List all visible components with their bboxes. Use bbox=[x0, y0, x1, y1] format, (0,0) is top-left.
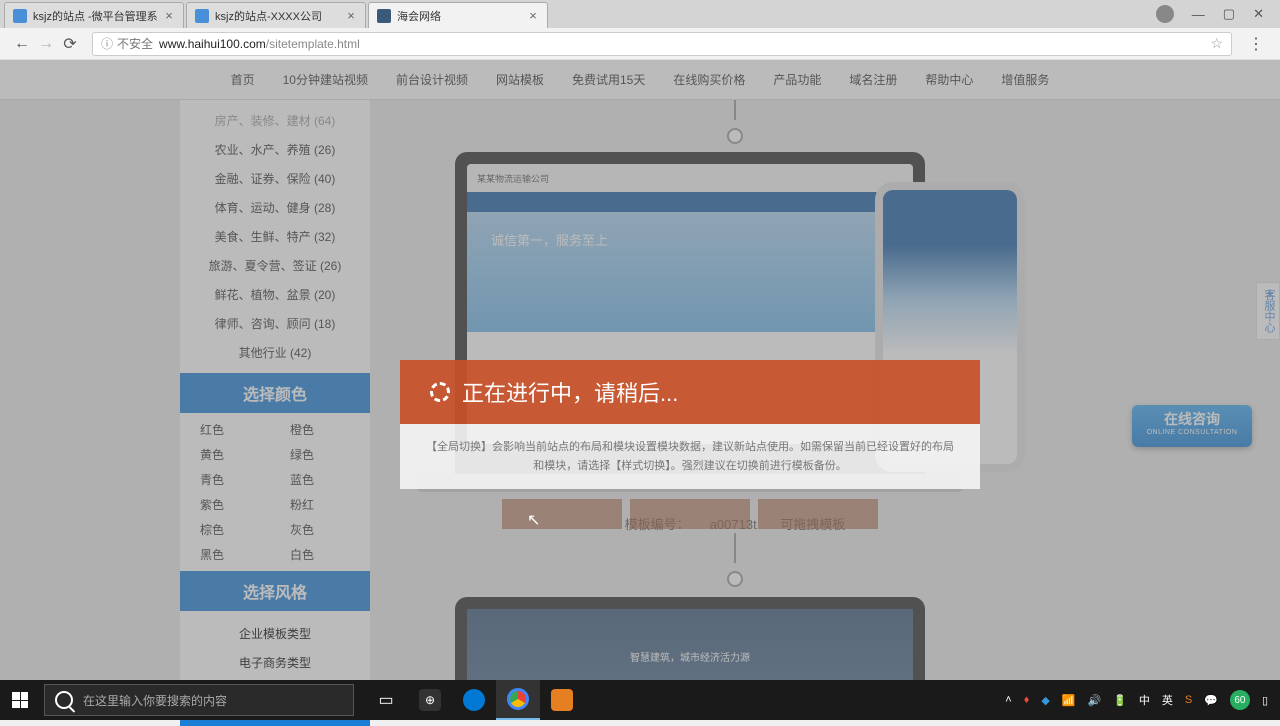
tray-badge[interactable]: 60 bbox=[1230, 690, 1250, 710]
info-icon[interactable]: ⓘ bbox=[101, 35, 113, 52]
modal-button-3[interactable] bbox=[758, 499, 878, 529]
tray-volume-icon[interactable]: 🔊 bbox=[1087, 694, 1101, 707]
tray-icon[interactable]: ▯ bbox=[1262, 694, 1268, 707]
favicon bbox=[377, 9, 391, 23]
tray-icon[interactable]: ♦ bbox=[1024, 694, 1030, 706]
url-path: /sitetemplate.html bbox=[266, 37, 360, 51]
favicon bbox=[13, 9, 27, 23]
close-icon[interactable]: × bbox=[527, 10, 539, 22]
browser-tab-0[interactable]: ksjz的站点 -微平台管理系 × bbox=[4, 2, 184, 28]
url-host: www.haihui100.com bbox=[159, 37, 266, 51]
search-icon bbox=[55, 691, 73, 709]
tray-icon[interactable]: S bbox=[1185, 694, 1192, 706]
taskbar-search[interactable]: 在这里输入你要搜索的内容 bbox=[44, 684, 354, 716]
maximize-icon[interactable]: ▢ bbox=[1223, 6, 1235, 22]
tray-battery-icon[interactable]: 🔋 bbox=[1113, 694, 1127, 707]
system-tray: ˄ ♦ ◆ 📶 🔊 🔋 中 英 S 💬 60 ▯ bbox=[993, 690, 1280, 710]
tray-wifi-icon[interactable]: 📶 bbox=[1062, 694, 1076, 707]
modal-button-2[interactable] bbox=[630, 499, 750, 529]
tab-title: ksjz的站点 -微平台管理系 bbox=[33, 8, 163, 24]
spinner-icon bbox=[430, 382, 450, 402]
security-status: 不安全 bbox=[117, 35, 153, 52]
bookmark-icon[interactable]: ☆ bbox=[1210, 35, 1223, 52]
back-button[interactable]: ← bbox=[10, 35, 34, 53]
close-icon[interactable]: × bbox=[163, 10, 175, 22]
modal-button-1[interactable] bbox=[502, 499, 622, 529]
window-controls: — ▢ ✕ bbox=[1140, 0, 1280, 28]
tray-notifications-icon[interactable]: 💬 bbox=[1204, 694, 1218, 707]
tray-lang[interactable]: 英 bbox=[1162, 692, 1173, 708]
browser-menu-icon[interactable]: ⋮ bbox=[1242, 34, 1270, 54]
edge-icon[interactable] bbox=[452, 680, 496, 720]
minimize-icon[interactable]: — bbox=[1192, 7, 1205, 22]
reload-button[interactable]: ⟳ bbox=[58, 34, 82, 54]
tray-input-method[interactable]: 中 bbox=[1139, 692, 1150, 708]
browser-tab-1[interactable]: ksjz的站点-XXXX公司 × bbox=[186, 2, 366, 28]
windows-taskbar: 在这里输入你要搜索的内容 ▭ ⊕ ˄ ♦ ◆ 📶 🔊 🔋 中 英 S 💬 60 … bbox=[0, 680, 1280, 720]
close-window-icon[interactable]: ✕ bbox=[1253, 6, 1264, 22]
favicon bbox=[195, 9, 209, 23]
windows-icon bbox=[12, 692, 28, 708]
app-icon-1[interactable]: ⊕ bbox=[408, 680, 452, 720]
close-icon[interactable]: × bbox=[345, 10, 357, 22]
modal-title: 正在进行中，请稍后... bbox=[462, 376, 678, 408]
app-icon-2[interactable] bbox=[540, 680, 584, 720]
tray-icon[interactable]: ◆ bbox=[1041, 694, 1049, 707]
loading-modal: 正在进行中，请稍后... 【全局切换】会影响当前站点的布局和模块设置模块数据，建… bbox=[400, 360, 980, 539]
tray-chevron-icon[interactable]: ˄ bbox=[1005, 694, 1011, 706]
user-icon[interactable] bbox=[1156, 5, 1174, 23]
search-placeholder: 在这里输入你要搜索的内容 bbox=[83, 692, 227, 709]
tab-title: 海会网络 bbox=[397, 8, 527, 24]
browser-tab-strip: ksjz的站点 -微平台管理系 × ksjz的站点-XXXX公司 × 海会网络 … bbox=[0, 0, 1280, 28]
address-bar: ← → ⟳ ⓘ 不安全 www.haihui100.com /sitetempl… bbox=[0, 28, 1280, 60]
task-view-icon[interactable]: ▭ bbox=[364, 680, 408, 720]
chrome-icon[interactable] bbox=[496, 680, 540, 720]
browser-tab-2[interactable]: 海会网络 × bbox=[368, 2, 548, 28]
forward-button[interactable]: → bbox=[34, 35, 58, 53]
start-button[interactable] bbox=[0, 680, 40, 720]
url-input[interactable]: ⓘ 不安全 www.haihui100.com /sitetemplate.ht… bbox=[92, 32, 1232, 56]
modal-body: 【全局切换】会影响当前站点的布局和模块设置模块数据，建议新站点使用。如需保留当前… bbox=[400, 424, 980, 489]
tab-title: ksjz的站点-XXXX公司 bbox=[215, 8, 345, 24]
